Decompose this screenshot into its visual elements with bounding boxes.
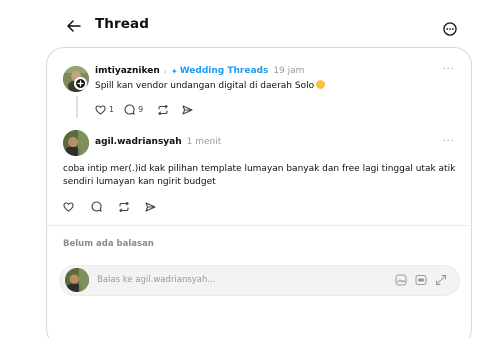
post-actions: 1 9 bbox=[95, 104, 193, 115]
expand-icon bbox=[436, 275, 446, 285]
page-title: Thread bbox=[95, 16, 150, 32]
send-icon bbox=[145, 201, 156, 212]
post-text: Spill kan vendor undangan digital di dae… bbox=[95, 80, 326, 93]
post-meta: imtiyazniken › ✦ Wedding Threads 19 jam bbox=[95, 66, 304, 76]
threads-community-icon: ✦ bbox=[170, 66, 178, 76]
chevron-right-icon: › bbox=[163, 66, 167, 76]
community-name: Wedding Threads bbox=[179, 66, 269, 76]
smiling-face-emoji bbox=[316, 80, 326, 89]
send-icon bbox=[182, 104, 193, 115]
gif-button[interactable] bbox=[415, 274, 427, 286]
composer-actions bbox=[395, 274, 447, 286]
arrow-left-icon bbox=[67, 20, 81, 32]
more-options-button[interactable] bbox=[441, 20, 459, 38]
image-icon bbox=[395, 274, 407, 286]
reply-input[interactable]: Balas ke agil.wadriansyah... bbox=[97, 275, 216, 285]
share-button[interactable] bbox=[145, 201, 156, 212]
like-count: 1 bbox=[109, 105, 115, 114]
post-username[interactable]: imtiyazniken bbox=[95, 66, 160, 76]
no-replies-label: Belum ada balasan bbox=[63, 239, 154, 249]
post-more-button[interactable]: ··· bbox=[443, 64, 454, 75]
comment-button[interactable]: 9 bbox=[124, 104, 143, 115]
reply-more-button[interactable]: ··· bbox=[443, 136, 454, 147]
reply-time: 1 menit bbox=[186, 137, 222, 147]
comment-count: 9 bbox=[138, 105, 144, 114]
thread-connector-line bbox=[76, 96, 78, 118]
heart-icon bbox=[95, 104, 106, 115]
like-button[interactable]: 1 bbox=[95, 104, 115, 115]
repost-icon bbox=[119, 201, 129, 212]
reply-username[interactable]: agil.wadriansyah bbox=[95, 137, 182, 147]
plus-icon bbox=[77, 80, 84, 87]
reply-composer[interactable]: Balas ke agil.wadriansyah... bbox=[59, 265, 460, 296]
repost-icon bbox=[158, 104, 168, 115]
avatar bbox=[65, 268, 89, 292]
follow-badge[interactable] bbox=[74, 77, 87, 90]
comment-icon bbox=[91, 201, 102, 212]
comment-button[interactable] bbox=[91, 201, 102, 212]
reply-meta: agil.wadriansyah 1 menit bbox=[95, 137, 221, 147]
repost-button[interactable] bbox=[118, 201, 130, 212]
expand-button[interactable] bbox=[435, 274, 447, 286]
share-button[interactable] bbox=[182, 104, 193, 115]
image-button[interactable] bbox=[395, 274, 407, 286]
reply-text: coba intip mer(.)id kak pilihan template… bbox=[63, 164, 456, 187]
post-body: Spill kan vendor undangan digital di dae… bbox=[95, 81, 315, 91]
gif-icon bbox=[415, 275, 427, 285]
back-button[interactable] bbox=[64, 16, 84, 36]
like-button[interactable] bbox=[63, 201, 74, 212]
more-circle-icon bbox=[443, 22, 457, 36]
community-link[interactable]: ✦ Wedding Threads bbox=[171, 66, 268, 76]
avatar[interactable] bbox=[63, 130, 89, 156]
reply-actions bbox=[63, 201, 156, 212]
repost-button[interactable] bbox=[157, 104, 169, 115]
section-divider bbox=[46, 225, 472, 226]
heart-icon bbox=[63, 201, 74, 212]
post-time: 19 jam bbox=[273, 66, 305, 76]
comment-icon bbox=[124, 104, 135, 115]
top-bar: Thread bbox=[0, 0, 500, 46]
